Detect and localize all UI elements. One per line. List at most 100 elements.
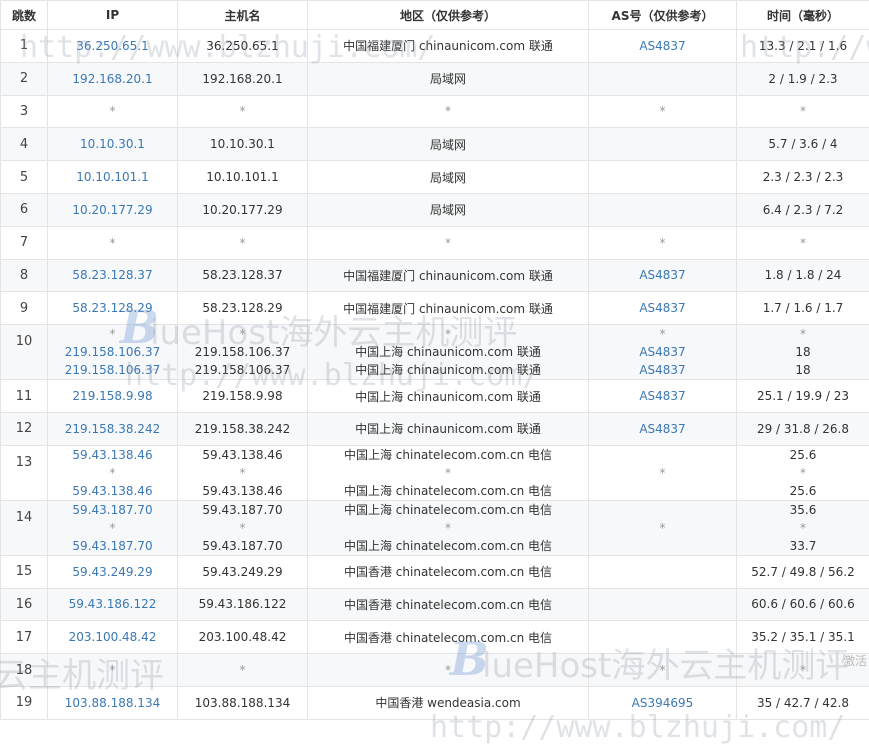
cell-region-value: 中国香港 chinatelecom.com.cn 电信	[343, 630, 553, 645]
cell-asn-value: *	[659, 520, 666, 535]
cell-asn-value[interactable]: AS4837	[591, 389, 734, 403]
cell-ip-value[interactable]: 219.158.9.98	[50, 389, 175, 403]
cell-region-value: *	[445, 235, 451, 250]
cell-time-value: 25.1 / 19.9 / 23	[756, 389, 850, 404]
cell-hop: 5	[0, 160, 48, 194]
cell-ip-value[interactable]: 10.20.177.29	[50, 203, 175, 217]
cell-time-value: 60.6 / 60.6 / 60.6	[751, 597, 855, 612]
cell-hostname: *	[177, 94, 308, 129]
cell-ip-value: *	[109, 235, 116, 250]
cell-asn-value[interactable]: AS4837	[591, 301, 734, 315]
cell-hostname-value: 59.43.187.70	[202, 502, 283, 517]
cell-hop: 16	[0, 587, 48, 622]
cell-asn: *	[588, 499, 737, 556]
cell-region: *	[307, 225, 589, 260]
cell-time-value: 52.7 / 49.8 / 56.2	[751, 564, 855, 579]
cell-region-value: 中国香港 wendeasia.com	[375, 696, 521, 711]
cell-asn-value[interactable]: AS4837	[591, 268, 734, 282]
cell-asn-value: *	[659, 235, 666, 250]
cell-ip-value[interactable]: 59.43.187.70	[50, 501, 175, 519]
cell-asn: *	[588, 653, 737, 687]
cell-ip-value[interactable]: 59.43.249.29	[50, 565, 175, 579]
cell-ip-value[interactable]: 59.43.186.122	[50, 597, 175, 611]
cell-time: 60.6 / 60.6 / 60.6	[736, 587, 869, 622]
cell-ip: 59.43.186.122	[47, 587, 178, 622]
cell-time-value: *	[800, 663, 806, 678]
table-row: 7 * * * * *	[0, 225, 869, 260]
cell-ip: 219.158.9.98	[47, 379, 178, 413]
cell-time-value: 2 / 1.9 / 2.3	[768, 71, 838, 86]
table-row: 12 219.158.38.242 219.158.38.242 中国上海 china…	[0, 411, 869, 446]
cell-ip-value[interactable]: 36.250.65.1	[50, 39, 175, 53]
cell-asn	[588, 160, 737, 194]
table-row: 4 10.10.30.1 10.10.30.1 局域网 5.7 / 3.6 / 4	[0, 127, 869, 162]
cell-time: 52.7 / 49.8 / 56.2	[736, 554, 869, 589]
cell-hostname-value: 192.168.20.1	[202, 71, 283, 86]
cell-region-value: 中国香港 chinatelecom.com.cn 电信	[343, 597, 553, 612]
cell-ip-value[interactable]: 203.100.48.42	[50, 630, 175, 644]
cell-time-value: *	[800, 235, 806, 250]
cell-asn	[588, 61, 737, 96]
cell-time: 35.6 * 33.7	[736, 499, 869, 556]
cell-ip-value[interactable]: 103.88.188.134	[50, 696, 175, 710]
cell-hostname: 10.10.30.1	[177, 127, 308, 162]
cell-ip: 10.20.177.29	[47, 192, 178, 227]
cell-ip-value[interactable]: 58.23.128.37	[50, 268, 175, 282]
cell-time: 13.3 / 2.1 / 1.6	[736, 29, 869, 63]
cell-ip: *	[47, 94, 178, 129]
cell-hop: 8	[0, 258, 48, 293]
table-row: 6 10.20.177.29 10.20.177.29 局域网 6.4 / 2.3 / …	[0, 192, 869, 227]
cell-region: 局域网	[307, 160, 589, 194]
cell-ip-value[interactable]: 219.158.106.37	[50, 343, 175, 361]
cell-asn-value[interactable]: AS394695	[591, 696, 734, 710]
cell-ip-value: *	[109, 663, 116, 678]
table-row: 5 10.10.101.1 10.10.101.1 局域网 2.3 / 2.3 / 2.…	[0, 160, 869, 194]
cell-hostname-value: 36.250.65.1	[206, 38, 279, 53]
table-header: 跳数 IP 主机名 地区（仅供参考） AS号（仅供参考） 时间（毫秒）	[0, 0, 869, 30]
cell-time-value: 35.2 / 35.1 / 35.1	[751, 630, 855, 645]
cell-ip-value[interactable]: 58.23.128.29	[50, 301, 175, 315]
cell-region: 局域网	[307, 192, 589, 227]
cell-hostname-value: 10.10.30.1	[210, 137, 275, 152]
cell-hostname: 10.20.177.29	[177, 192, 308, 227]
cell-ip-value[interactable]: 192.168.20.1	[50, 72, 175, 86]
cell-region-value: 中国上海 chinaunicom.com 联通	[355, 363, 541, 378]
cell-time-value: 13.3 / 2.1 / 1.6	[758, 38, 848, 53]
cell-time-value: 33.7	[789, 538, 817, 553]
cell-ip-value[interactable]: 219.158.106.37	[50, 361, 175, 379]
cell-asn-value[interactable]: AS4837	[591, 39, 734, 53]
cell-asn-value[interactable]: AS4837	[591, 343, 734, 361]
cell-ip: 10.10.101.1	[47, 160, 178, 194]
cell-region: 中国香港 chinatelecom.com.cn 电信	[307, 554, 589, 589]
cell-time-value: 29 / 31.8 / 26.8	[756, 421, 850, 436]
cell-hop: 13	[0, 444, 48, 501]
cell-time: 2 / 1.9 / 2.3	[736, 61, 869, 96]
cell-ip-value[interactable]: 59.43.138.46	[50, 446, 175, 464]
cell-region: 中国福建厦门 chinaunicom.com 联通	[307, 29, 589, 63]
cell-hostname-value: 59.43.249.29	[202, 564, 283, 579]
cell-ip-value[interactable]: 10.10.30.1	[50, 137, 175, 151]
header-ip: IP	[47, 0, 178, 30]
cell-asn	[588, 554, 737, 589]
cell-ip-value[interactable]: 59.43.138.46	[50, 482, 175, 500]
cell-time-value: *	[800, 104, 806, 119]
cell-time: 25.6 * 25.6	[736, 444, 869, 501]
cell-time-value: 1.8 / 1.8 / 24	[764, 268, 842, 283]
cell-asn-value[interactable]: AS4837	[591, 422, 734, 436]
cell-region: *	[307, 94, 589, 129]
cell-hop: 12	[0, 411, 48, 446]
cell-time: 6.4 / 2.3 / 7.2	[736, 192, 869, 227]
cell-ip-value[interactable]: 59.43.187.70	[50, 537, 175, 555]
cell-region-value: 中国上海 chinatelecom.com.cn 电信	[343, 483, 553, 498]
cell-ip: 219.158.38.242	[47, 411, 178, 446]
cell-region: 中国上海 chinatelecom.com.cn 电信 * 中国上海 chinate…	[307, 444, 589, 501]
cell-asn-value[interactable]: AS4837	[591, 361, 734, 379]
cell-ip-value[interactable]: 10.10.101.1	[50, 170, 175, 184]
cell-ip-value[interactable]: 219.158.38.242	[50, 422, 175, 436]
cell-ip: 192.168.20.1	[47, 61, 178, 96]
cell-time: 35 / 42.7 / 42.8	[736, 685, 869, 720]
cell-asn	[588, 587, 737, 622]
cell-hostname: 36.250.65.1	[177, 29, 308, 63]
cell-time-value: 35.6	[789, 502, 817, 517]
cell-hop: 1	[0, 29, 48, 63]
